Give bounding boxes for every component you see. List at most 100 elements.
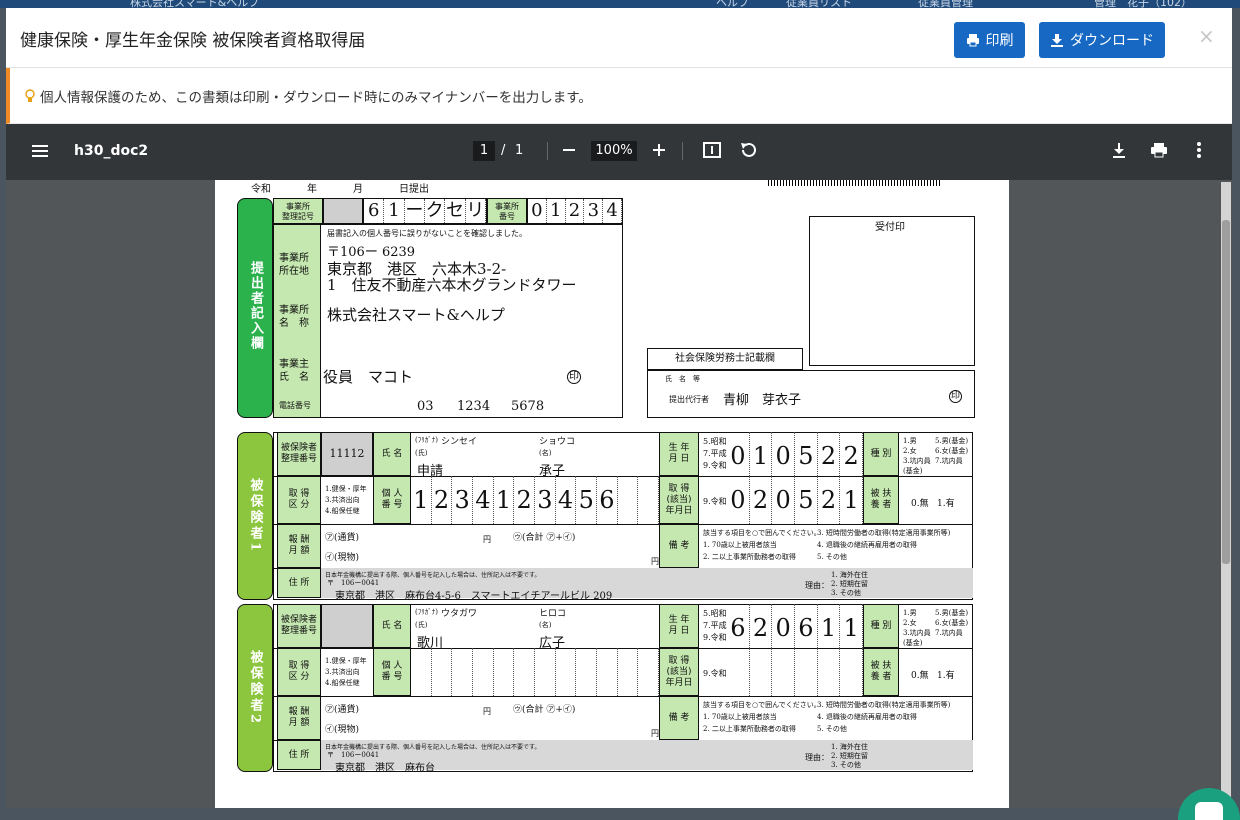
date-reiwa: 令和 [251,184,271,195]
rotate-icon[interactable] [738,140,758,160]
digit-cell: 2 [840,432,864,476]
acq-option: 1.健保・厚年 [325,485,367,493]
acq-option: 4.船保任継 [325,507,360,515]
remark-option: 3. 短時間労働者の取得(特定適用事業所等) [817,701,951,709]
page-total: 1 [515,143,524,158]
tel-label: 電話番号 [279,401,311,410]
scrollbar-thumb[interactable] [1222,220,1230,564]
barcode [768,180,942,186]
menu-icon[interactable] [32,144,48,158]
remark-option: 1. 70歳以上被用者該当 [703,713,777,721]
digit-cell [795,648,818,696]
yen-unit: 円 [651,557,659,566]
get-date: 020521 [727,476,864,524]
pdf-viewer: h30_doc2 1 / 1 100% 令和 年 月 日提出 提出者記入欄 事業… [6,124,1232,808]
kana-surname: シンセイ [441,437,478,447]
birth-era: 5.昭和 [703,437,727,446]
zoom-level[interactable]: 100% [591,141,637,161]
label-birth: 生 年 月 日 [659,432,699,476]
chat-icon [1195,802,1223,820]
address-label: 事業所 所在地 [279,253,309,277]
remark-option: 4. 退職後の継続再雇用者の取得 [817,713,917,721]
digit-cell: 2 [750,476,773,524]
digit-cell: 4 [556,476,577,524]
sharoushi-label: 社会保険労務士記載欄 [647,348,803,370]
digit-cell: 4 [603,199,622,223]
company-label: 事業所 名 称 [279,305,309,329]
remark-option: 1. 70歳以上被用者該当 [703,541,777,549]
zoom-in-icon[interactable] [649,140,669,160]
kana-label: (ﾌﾘｶﾞﾅ) [415,608,438,616]
digit-cell [432,648,453,696]
digit-cell: 0 [528,199,547,223]
printer-icon[interactable] [1149,140,1169,160]
more-options-icon[interactable] [1189,140,1209,160]
digit-cell: リ [466,199,486,223]
birth-date: 010522 [727,432,864,476]
kind-option: 7.坑内員 [935,457,963,465]
digit-cell: セ [445,199,466,223]
acq-option: 3.共済出向 [325,496,360,504]
tel-area: 03 [417,399,434,414]
close-icon[interactable]: × [1198,24,1215,48]
insured-side-label: 被保険者1 [237,432,273,600]
kind-option: (基金) [903,639,923,647]
digit-cell: 2 [818,432,841,476]
digit-cell: 0 [772,432,796,476]
address-line1: 東京都 港区 六本木3-2- [327,260,507,278]
digit-cell: 3 [584,199,604,223]
digit-cell [638,648,660,696]
label-name: 氏 名 [373,604,411,648]
get-date [727,648,864,696]
tel-local: 1234 [457,399,491,414]
my-number [411,648,660,696]
dialog-title: 健康保険・厚生年金保険 被保険者資格取得届 [20,31,366,51]
digit-cell [514,648,536,696]
dependent-yes: 1.有 [937,671,955,681]
digit-cell: 0 [727,476,750,524]
acq-option: 1.健保・厚年 [325,657,367,665]
digit-cell: 6 [795,604,818,648]
my-number: 1234123456 [411,476,660,524]
kana-surname: ウタガワ [441,609,478,619]
digit-cell [473,648,494,696]
digit-cell [618,476,639,524]
print-button[interactable]: 印刷 [954,22,1025,58]
remark-option: 5. その他 [817,725,847,733]
remark-option: 該当する項目を○で囲んでください。 [703,529,821,537]
digit-cell: 1 [384,199,405,223]
label-remarks: 備 考 [659,524,699,568]
background-help: ヘルプ [716,0,749,8]
dependent-no: 0.無 [911,499,929,509]
download-button[interactable]: ダウンロード [1039,22,1165,58]
seiri-number [321,604,373,648]
address-line2: 1 住友不動産六本木グランドタワー [327,276,577,294]
digit-cell [840,648,864,696]
address-text: 東京都 港区 麻布台4-5-6 スマートエイチアールビル 209 [335,591,613,602]
date-month: 月 [353,184,363,195]
kind-option: 1.男 [903,437,917,445]
salary-currency: ㋐(通貨) [325,533,360,543]
label-salary: 報 酬 月 額 [277,696,321,740]
kind-option: (基金) [903,467,923,475]
submitter-side-label: 提出者記入欄 [237,198,273,418]
scrollbar[interactable] [1221,182,1231,808]
label-kind: 種 別 [863,432,899,476]
row-line [273,696,973,697]
receipt-stamp-box [809,216,975,366]
reason-option: 3. その他 [831,761,861,769]
document-page: 令和 年 月 日提出 提出者記入欄 事業所 整理記号 61ークセリ 事業所 番号… [215,180,1009,808]
fit-page-icon[interactable] [702,140,722,160]
zoom-out-icon[interactable] [559,140,579,160]
get-era: 9.令和 [703,497,727,506]
digit-cell: 2 [514,476,536,524]
digit-cell: 5 [795,432,818,476]
dialog-header: 健康保険・厚生年金保険 被保険者資格取得届 印刷 ダウンロード × [6,8,1232,68]
acq-option: 3.共済出向 [325,668,360,676]
confirm-text: 届書記入の個人番号に誤りがないことを確認しました。 [327,229,527,238]
digit-cell [597,648,618,696]
page-number-input[interactable]: 1 [473,141,495,161]
digit-cell [818,648,841,696]
label-mynumber: 個 人 番 号 [373,476,411,524]
download-icon[interactable] [1109,140,1129,160]
